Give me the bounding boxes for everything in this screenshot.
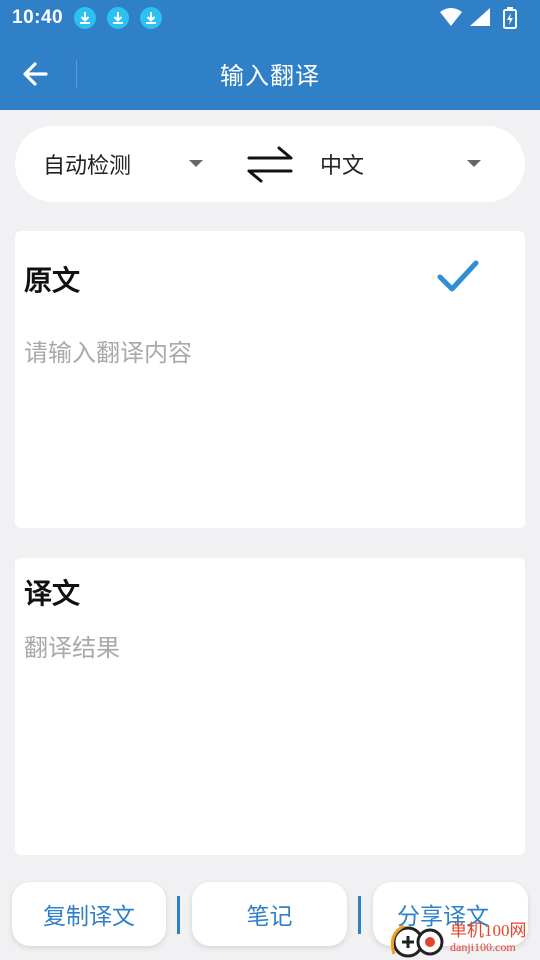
download-icon	[140, 7, 162, 29]
target-language-dropdown[interactable]: 中文	[320, 148, 364, 180]
confirm-button[interactable]	[435, 257, 481, 297]
button-divider	[177, 896, 180, 934]
swap-languages-button[interactable]	[245, 144, 295, 184]
status-time: 10:40	[12, 7, 64, 28]
source-card: 原文 请输入翻译内容	[15, 231, 525, 528]
source-title: 原文	[24, 264, 81, 297]
note-button[interactable]: 笔记	[192, 882, 347, 946]
status-icons	[438, 6, 528, 30]
page-title: 输入翻译	[220, 62, 320, 90]
button-divider	[358, 896, 361, 934]
chevron-down-icon[interactable]	[467, 160, 481, 167]
swap-arrows-icon	[247, 146, 293, 183]
checkmark-icon	[437, 260, 479, 292]
download-icon	[74, 7, 96, 29]
chevron-down-icon[interactable]	[189, 160, 203, 167]
result-title: 译文	[24, 577, 81, 610]
watermark-brand: 单机100网	[450, 920, 527, 940]
download-icon	[107, 7, 129, 29]
result-text: 翻译结果	[24, 634, 120, 662]
copy-translation-button[interactable]: 复制译文	[12, 882, 166, 946]
watermark: 单机100网 danji100.com	[384, 914, 540, 960]
status-bar: 10:40	[0, 0, 540, 36]
watermark-domain: danji100.com	[450, 939, 516, 954]
watermark-logo-icon	[390, 924, 444, 958]
signal-icon	[470, 8, 490, 26]
language-bar: 自动检测 中文	[15, 126, 525, 202]
source-text-input[interactable]: 请输入翻译内容	[24, 333, 192, 368]
wifi-icon	[440, 8, 462, 26]
battery-charging-icon	[503, 7, 517, 29]
source-language-dropdown[interactable]: 自动检测	[43, 148, 131, 180]
result-card: 译文 翻译结果	[15, 558, 525, 855]
app-bar: 输入翻译	[0, 36, 540, 110]
